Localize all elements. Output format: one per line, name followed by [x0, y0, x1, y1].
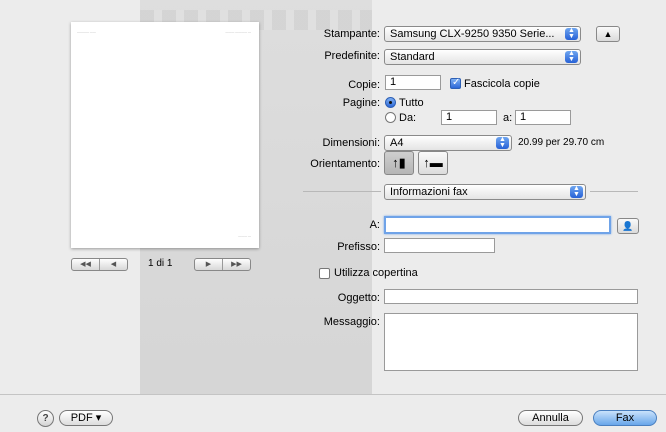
- stepper-icon: ▲ ▼: [570, 185, 583, 198]
- fax-subject-field[interactable]: [384, 289, 638, 304]
- pages-to-field[interactable]: 1: [515, 110, 571, 125]
- cover-page-checkbox[interactable]: [319, 268, 330, 279]
- pdf-menu-button[interactable]: PDF ▾: [59, 410, 113, 426]
- first-page-icon[interactable]: ◀◀: [72, 259, 99, 270]
- triangle-up-icon: ▲: [603, 29, 613, 39]
- page-preview: ———— —— ——— ———— — ——— —: [71, 22, 259, 248]
- last-page-icon[interactable]: ▶▶: [222, 259, 250, 270]
- presets-label: Predefinite:: [324, 50, 380, 62]
- preview-footer: ——— —: [238, 234, 251, 238]
- stepper-icon: ▲ ▼: [565, 50, 578, 63]
- pages-all-label: Tutto: [399, 97, 424, 109]
- fax-to-field[interactable]: [384, 216, 611, 234]
- fax-message-field[interactable]: [384, 313, 638, 371]
- fax-prefix-field[interactable]: [384, 238, 495, 253]
- fax-prefix-label: Prefisso:: [337, 241, 380, 253]
- footer-divider: [0, 394, 666, 395]
- stepper-icon: ▲ ▼: [565, 27, 578, 40]
- portrait-person-icon: ↑▮: [392, 155, 406, 170]
- section-value: Informazioni fax: [390, 186, 468, 198]
- preview-nav-back: ◀◀ ◀: [71, 258, 128, 271]
- print-sheet: ———— —— ——— ———— — ——— — ◀◀ ◀ 1 di 1 ▶ ▶…: [0, 0, 666, 432]
- fax-to-label: A:: [369, 219, 380, 231]
- pages-from-label: Da:: [399, 112, 417, 124]
- copies-field[interactable]: 1: [385, 75, 441, 90]
- landscape-button[interactable]: ↑▬: [418, 151, 448, 175]
- preview-nav-forward: ▶ ▶▶: [194, 258, 251, 271]
- orientation-label: Orientamento:: [310, 158, 380, 170]
- paper-size-value: A4: [390, 137, 404, 149]
- pages-to-label: a:: [503, 112, 513, 124]
- stepper-icon: ▲ ▼: [496, 136, 509, 149]
- pages-from-field[interactable]: 1: [441, 110, 497, 125]
- cancel-button[interactable]: Annulla: [518, 410, 583, 426]
- fax-button[interactable]: Fax: [593, 410, 657, 426]
- pages-label: Pagine:: [342, 97, 380, 109]
- preview-header-right: ——— ———— —: [225, 30, 251, 34]
- section-select[interactable]: Informazioni fax ▲ ▼: [384, 184, 586, 200]
- preview-header-left: ———— ——: [77, 30, 96, 34]
- pages-all-radio[interactable]: [385, 97, 396, 108]
- cover-page-label: Utilizza copertina: [334, 267, 418, 279]
- page-indicator: 1 di 1: [148, 258, 173, 269]
- pages-range-radio[interactable]: [385, 112, 396, 123]
- next-page-icon[interactable]: ▶: [195, 259, 222, 270]
- paper-size-label: Dimensioni:: [322, 137, 380, 149]
- portrait-button[interactable]: ↑▮: [384, 151, 414, 175]
- presets-value: Standard: [390, 51, 435, 63]
- section-divider-right: [590, 191, 638, 192]
- section-divider-left: [303, 191, 381, 192]
- paper-size-select[interactable]: A4 ▲ ▼: [384, 135, 512, 151]
- printer-value: Samsung CLX-9250 9350 Serie...: [390, 28, 555, 40]
- prev-page-icon[interactable]: ◀: [99, 259, 127, 270]
- collate-label: Fascicola copie: [464, 78, 540, 90]
- presets-select[interactable]: Standard ▲ ▼: [384, 49, 581, 65]
- printer-label: Stampante:: [323, 28, 380, 40]
- copies-label: Copie:: [348, 79, 380, 91]
- address-book-button[interactable]: 👤: [617, 218, 639, 234]
- paper-dimensions: 20.99 per 29.70 cm: [518, 137, 605, 148]
- collapse-details-button[interactable]: ▲: [596, 26, 620, 42]
- person-icon: 👤: [622, 221, 634, 231]
- fax-message-label: Messaggio:: [323, 316, 380, 328]
- landscape-person-icon: ↑▬: [423, 155, 443, 170]
- printer-select[interactable]: Samsung CLX-9250 9350 Serie... ▲ ▼: [384, 26, 581, 42]
- fax-subject-label: Oggetto:: [337, 292, 380, 304]
- help-button[interactable]: ?: [37, 410, 54, 427]
- collate-checkbox[interactable]: [450, 77, 461, 89]
